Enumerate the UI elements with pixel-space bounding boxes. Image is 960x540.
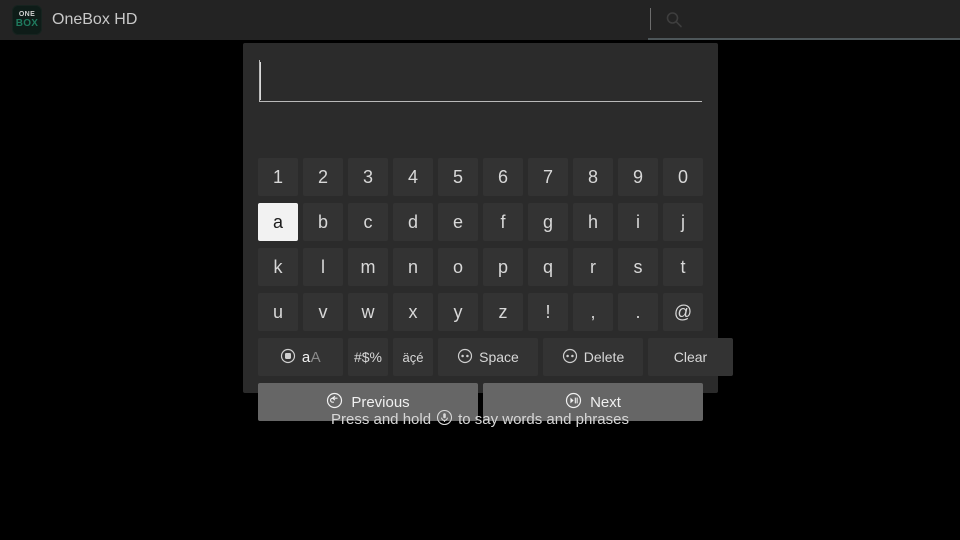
search-caret xyxy=(650,8,651,30)
key-z[interactable]: z xyxy=(483,293,523,331)
search-icon[interactable] xyxy=(664,10,684,30)
app-logo: ONE BOX xyxy=(12,5,42,35)
shift-key[interactable]: aA xyxy=(258,338,343,376)
app-logo-line1: ONE xyxy=(18,11,36,18)
key-t[interactable]: t xyxy=(663,248,703,286)
key-comma[interactable]: , xyxy=(573,293,613,331)
delete-key-label: Delete xyxy=(583,349,625,365)
search-bar[interactable] xyxy=(648,0,960,40)
shift-uppercase-label: A xyxy=(310,348,322,366)
key-d[interactable]: d xyxy=(393,203,433,241)
key-6[interactable]: 6 xyxy=(483,158,523,196)
function-row: aA #$% äçé Space Delete Clear xyxy=(258,338,733,376)
key-0[interactable]: 0 xyxy=(663,158,703,196)
app-logo-line2: BOX xyxy=(15,18,39,29)
key-8[interactable]: 8 xyxy=(573,158,613,196)
key-x[interactable]: x xyxy=(393,293,433,331)
next-button-label: Next xyxy=(590,393,621,411)
key-1[interactable]: 1 xyxy=(258,158,298,196)
key-2[interactable]: 2 xyxy=(303,158,343,196)
key-7[interactable]: 7 xyxy=(528,158,568,196)
key-g[interactable]: g xyxy=(528,203,568,241)
letter-row-1: a b c d e f g h i j xyxy=(258,203,703,241)
dpad-center-icon xyxy=(280,348,296,367)
key-k[interactable]: k xyxy=(258,248,298,286)
number-row: 1 2 3 4 5 6 7 8 9 0 xyxy=(258,158,703,196)
key-y[interactable]: y xyxy=(438,293,478,331)
letter-row-3: u v w x y z ! , . @ xyxy=(258,293,703,331)
key-u[interactable]: u xyxy=(258,293,298,331)
voice-input-hint: Press and hold to say words and phrases xyxy=(0,409,960,430)
tv-screen: ONE BOX OneBox HD 1 2 3 4 5 6 7 8 9 0 a … xyxy=(0,0,960,540)
key-r[interactable]: r xyxy=(573,248,613,286)
dpad-horizontal-icon xyxy=(457,348,473,367)
key-b[interactable]: b xyxy=(303,203,343,241)
key-s[interactable]: s xyxy=(618,248,658,286)
key-n[interactable]: n xyxy=(393,248,433,286)
shift-case-indicator: aA xyxy=(302,349,321,366)
key-a[interactable]: a xyxy=(258,203,298,241)
space-key[interactable]: Space xyxy=(438,338,538,376)
key-at[interactable]: @ xyxy=(663,293,703,331)
on-screen-keyboard-dialog: 1 2 3 4 5 6 7 8 9 0 a b c d e f g h i j … xyxy=(243,43,733,421)
key-e[interactable]: e xyxy=(438,203,478,241)
delete-key[interactable]: Delete xyxy=(543,338,643,376)
accents-key[interactable]: äçé xyxy=(393,338,433,376)
key-i[interactable]: i xyxy=(618,203,658,241)
key-l[interactable]: l xyxy=(303,248,343,286)
key-o[interactable]: o xyxy=(438,248,478,286)
app-top-bar: ONE BOX OneBox HD xyxy=(0,0,960,40)
shift-lowercase-label: a xyxy=(301,348,311,366)
key-j[interactable]: j xyxy=(663,203,703,241)
dpad-horizontal-icon xyxy=(562,348,578,367)
search-underline xyxy=(648,38,960,40)
microphone-icon xyxy=(436,409,453,430)
key-h[interactable]: h xyxy=(573,203,613,241)
key-v[interactable]: v xyxy=(303,293,343,331)
keyboard-text-input[interactable] xyxy=(259,60,702,102)
key-w[interactable]: w xyxy=(348,293,388,331)
clear-key[interactable]: Clear xyxy=(648,338,733,376)
previous-button-label: Previous xyxy=(351,393,410,411)
key-3[interactable]: 3 xyxy=(348,158,388,196)
voice-hint-prefix: Press and hold xyxy=(330,411,432,428)
key-p[interactable]: p xyxy=(483,248,523,286)
symbols-key[interactable]: #$% xyxy=(348,338,388,376)
voice-hint-suffix: to say words and phrases xyxy=(458,411,629,428)
key-c[interactable]: c xyxy=(348,203,388,241)
key-f[interactable]: f xyxy=(483,203,523,241)
key-9[interactable]: 9 xyxy=(618,158,658,196)
key-q[interactable]: q xyxy=(528,248,568,286)
key-5[interactable]: 5 xyxy=(438,158,478,196)
app-title: OneBox HD xyxy=(52,11,138,28)
space-key-label: Space xyxy=(479,349,519,365)
key-exclamation[interactable]: ! xyxy=(528,293,568,331)
letter-row-2: k l m n o p q r s t xyxy=(258,248,703,286)
key-m[interactable]: m xyxy=(348,248,388,286)
key-period[interactable]: . xyxy=(618,293,658,331)
text-cursor xyxy=(260,62,261,100)
key-4[interactable]: 4 xyxy=(393,158,433,196)
